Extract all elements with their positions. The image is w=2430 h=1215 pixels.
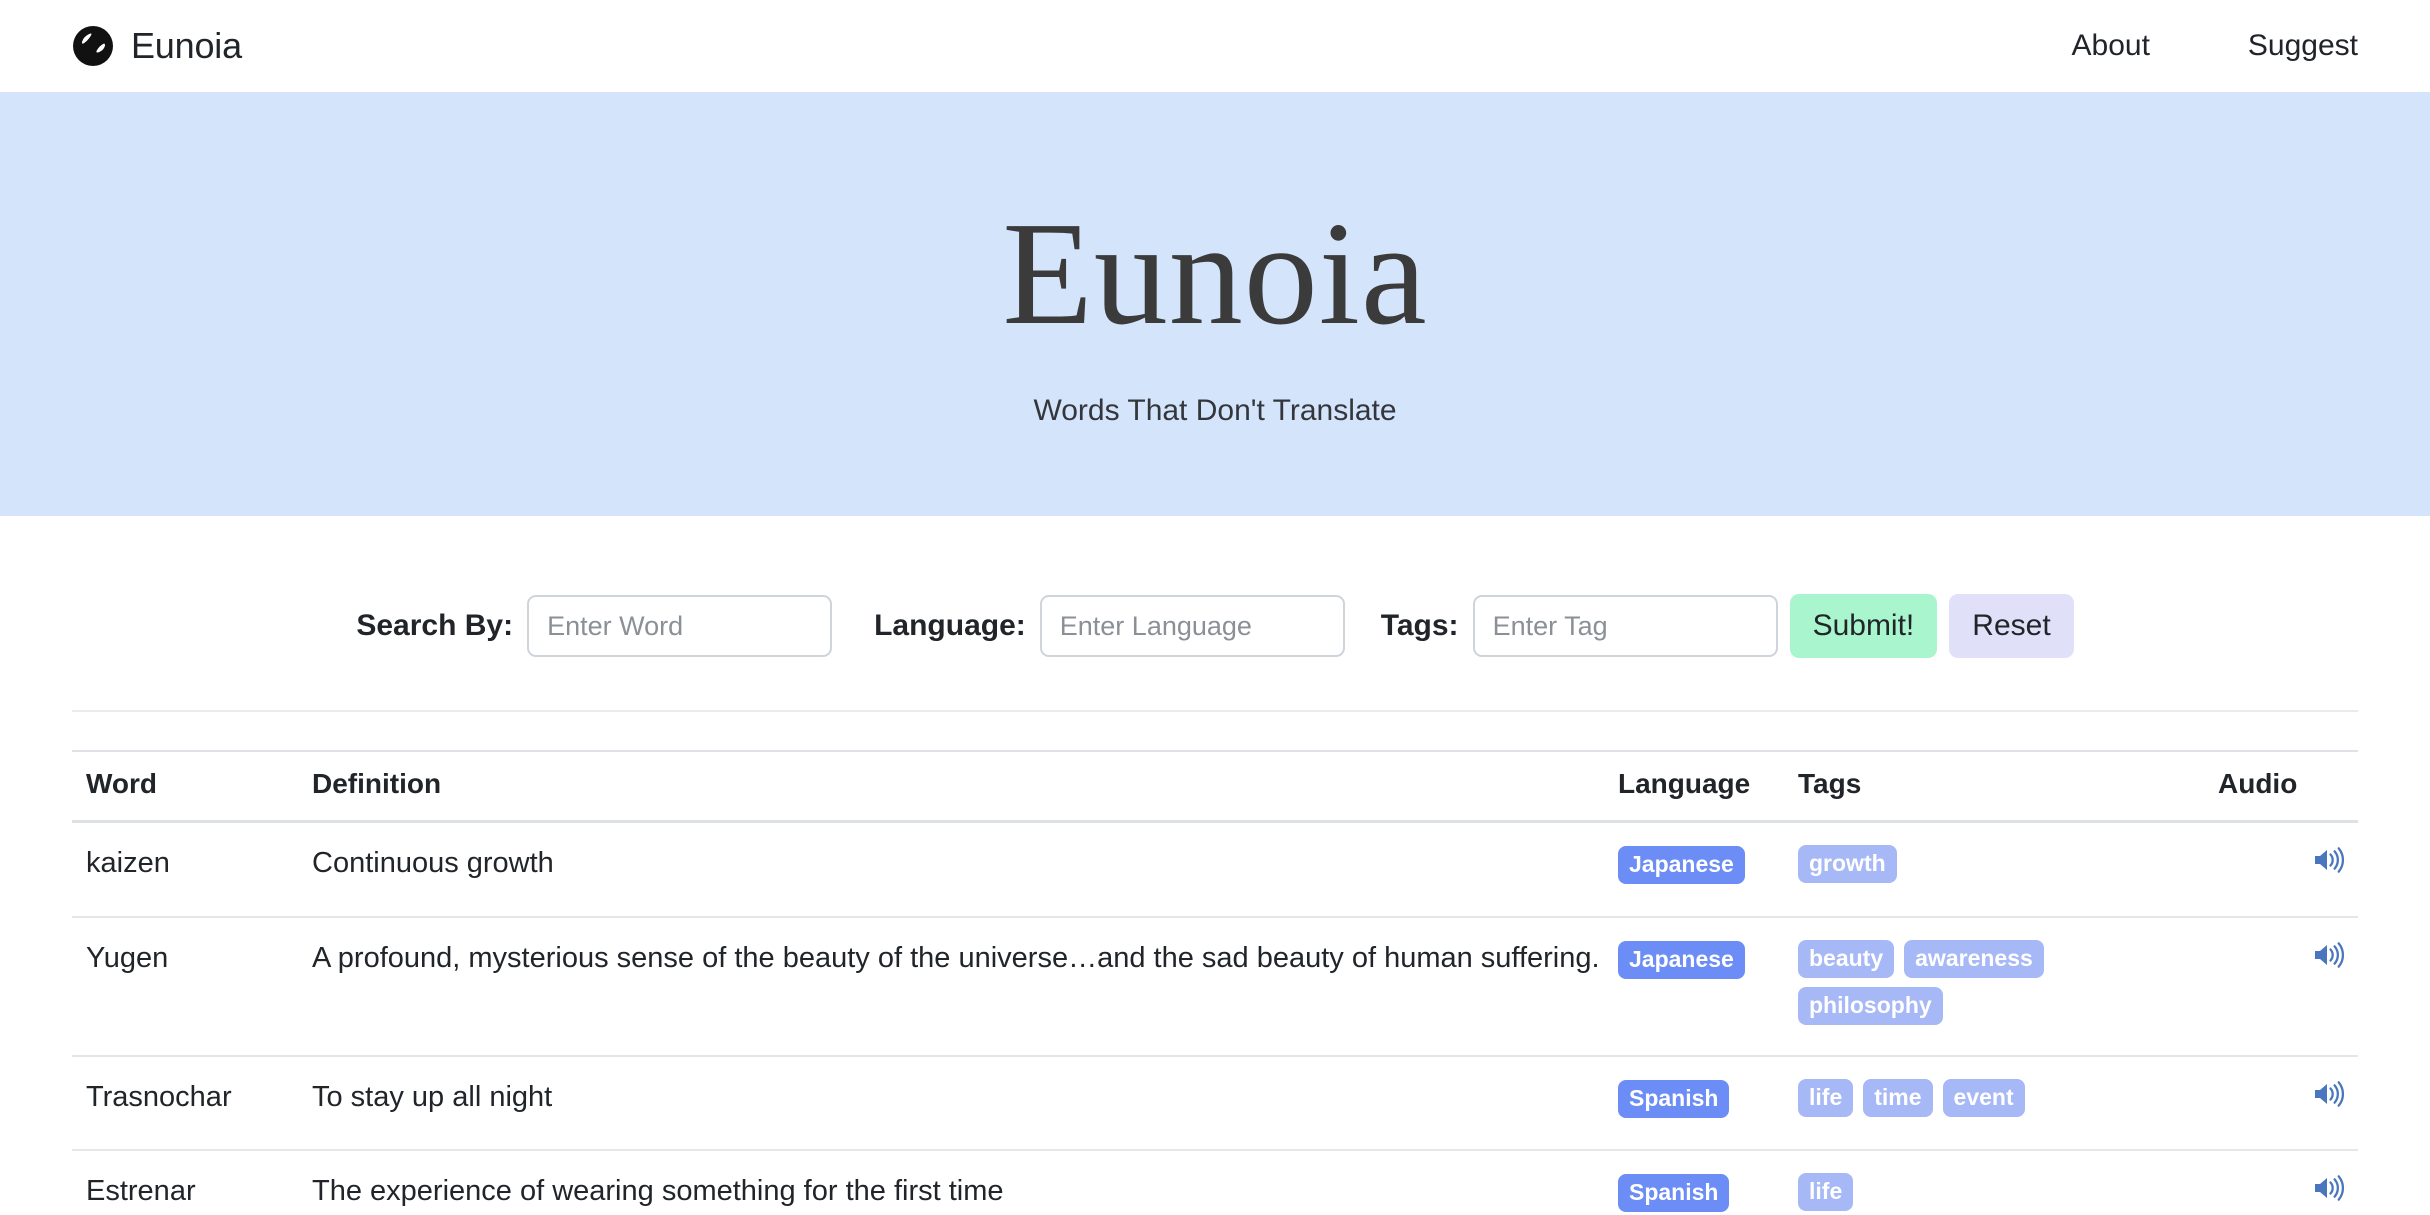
- cell-language: Japanese: [1618, 821, 1798, 918]
- language-badge[interactable]: Spanish: [1618, 1079, 1730, 1118]
- cell-tags: growth: [1798, 821, 2218, 918]
- cell-language: Japanese: [1618, 916, 1798, 1057]
- hero-banner: Eunoia Words That Don't Translate: [0, 92, 2430, 516]
- cell-tags: life time event: [1798, 1055, 2218, 1152]
- section-divider: [72, 710, 2358, 712]
- play-audio-button[interactable]: [2312, 1173, 2346, 1203]
- cell-word: Yugen: [72, 916, 304, 1057]
- search-word-group: Search By:: [356, 595, 833, 657]
- column-header-language[interactable]: Language: [1618, 750, 1798, 823]
- section-divider-wrap: [0, 658, 2430, 712]
- play-audio-button[interactable]: [2312, 1079, 2346, 1109]
- cell-audio: [2218, 1055, 2358, 1152]
- tag-input[interactable]: [1472, 595, 1778, 657]
- nav-link-suggest[interactable]: Suggest: [2248, 31, 2358, 61]
- tags-label: Tags:: [1380, 609, 1459, 642]
- tag-badge[interactable]: life: [1798, 1173, 1854, 1212]
- tag-badge[interactable]: growth: [1798, 845, 1897, 883]
- page-subtitle: Words That Don't Translate: [1033, 394, 1397, 428]
- table-head: Word Definition Language Tags Audio: [72, 750, 2358, 823]
- words-table: Word Definition Language Tags Audio kaiz…: [72, 750, 2358, 1215]
- table-row: Estrenar The experience of wearing someth…: [72, 1150, 2358, 1215]
- search-input[interactable]: [527, 595, 833, 657]
- cell-language: Spanish: [1618, 1150, 1798, 1215]
- search-form: Search By: Language: Tags: Submit! Reset: [356, 594, 2074, 658]
- tag-badge[interactable]: life: [1798, 1078, 1854, 1117]
- cell-word: kaizen: [72, 821, 304, 918]
- speaker-icon: [2315, 1080, 2345, 1107]
- nav-link-about[interactable]: About: [2072, 31, 2150, 61]
- brand-link[interactable]: Eunoia: [72, 25, 242, 67]
- table-row: kaizen Continuous growth Japanese growth: [72, 821, 2358, 918]
- table-body: kaizen Continuous growth Japanese growth Yug…: [72, 821, 2358, 1215]
- cell-word: Estrenar: [72, 1150, 304, 1215]
- tag-badge[interactable]: awareness: [1904, 939, 2044, 978]
- speaker-icon: [2315, 847, 2345, 873]
- column-header-audio[interactable]: Audio: [2218, 750, 2358, 823]
- cell-definition: Continuous growth: [304, 821, 1618, 918]
- cell-audio: [2218, 916, 2358, 1057]
- tag-list: life: [1798, 1173, 2148, 1212]
- reset-button[interactable]: Reset: [1949, 594, 2074, 658]
- search-word-label: Search By:: [356, 609, 514, 642]
- search-language-group: Language:: [874, 595, 1345, 657]
- search-tag-group: Tags:: [1381, 595, 1778, 657]
- table-header-row: Word Definition Language Tags Audio: [72, 750, 2358, 823]
- speaker-icon: [2315, 1175, 2345, 1202]
- language-input[interactable]: [1039, 595, 1345, 657]
- play-audio-button[interactable]: [2312, 940, 2346, 970]
- tag-list: growth: [1798, 845, 2148, 883]
- search-section: Search By: Language: Tags: Submit! Reset: [0, 516, 2430, 658]
- cell-word: Trasnochar: [72, 1055, 304, 1152]
- column-header-word[interactable]: Word: [72, 750, 304, 823]
- language-badge[interactable]: Japanese: [1618, 940, 1745, 979]
- cell-definition: To stay up all night: [304, 1055, 1618, 1152]
- language-badge[interactable]: Japanese: [1618, 846, 1745, 884]
- cell-audio: [2218, 821, 2358, 918]
- tag-badge[interactable]: philosophy: [1798, 986, 1943, 1025]
- cell-language: Spanish: [1618, 1055, 1798, 1152]
- speaker-icon: [2315, 941, 2345, 968]
- brand-label: Eunoia: [131, 25, 242, 66]
- cell-tags: life: [1798, 1150, 2218, 1215]
- tag-badge[interactable]: beauty: [1798, 939, 1895, 978]
- cell-definition: A profound, mysterious sense of the beau…: [304, 916, 1618, 1057]
- table-row: Yugen A profound, mysterious sense of the…: [72, 916, 2358, 1057]
- cell-audio: [2218, 1150, 2358, 1215]
- words-table-wrap: Word Definition Language Tags Audio kaiz…: [0, 750, 2430, 1215]
- tag-badge[interactable]: time: [1863, 1078, 1933, 1117]
- column-header-tags[interactable]: Tags: [1798, 750, 2218, 823]
- column-header-definition[interactable]: Definition: [304, 750, 1618, 823]
- table-row: Trasnochar To stay up all night Spanish lif…: [72, 1055, 2358, 1152]
- tag-badge[interactable]: event: [1942, 1078, 2025, 1117]
- cell-tags: beauty awareness philosophy: [1798, 916, 2218, 1057]
- play-audio-button[interactable]: [2312, 845, 2346, 875]
- language-label: Language:: [874, 609, 1026, 642]
- tag-list: life time event: [1798, 1078, 2148, 1117]
- language-badge[interactable]: Spanish: [1618, 1174, 1730, 1213]
- globe-icon: [72, 25, 114, 67]
- tag-list: beauty awareness philosophy: [1798, 939, 2148, 1025]
- nav-links: About Suggest: [2072, 31, 2369, 61]
- cell-definition: The experience of wearing something for …: [304, 1150, 1618, 1215]
- submit-button[interactable]: Submit!: [1789, 594, 1938, 658]
- navbar: Eunoia About Suggest: [0, 0, 2430, 92]
- page-title: Eunoia: [1002, 192, 1428, 356]
